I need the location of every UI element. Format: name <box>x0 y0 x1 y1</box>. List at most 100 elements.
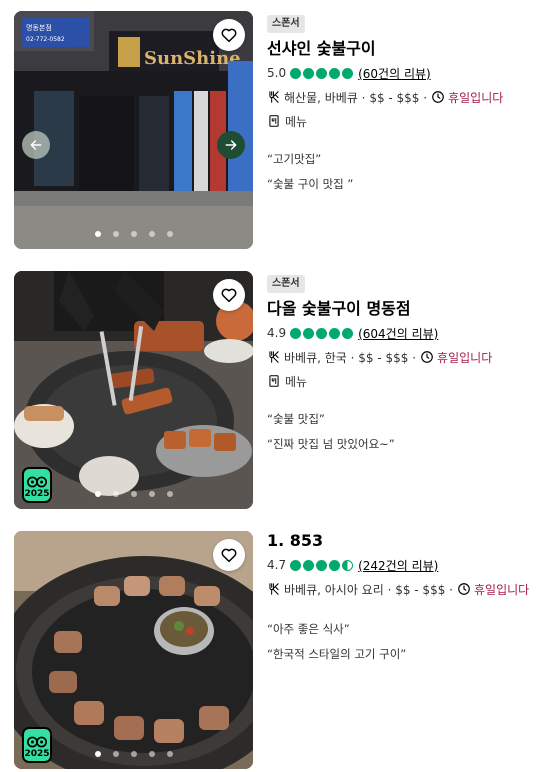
rating-bubbles <box>290 327 354 339</box>
cuisine-price-text: 해산물, 바베큐 · $$ - $$$ · <box>284 90 428 105</box>
menu-link[interactable]: 메뉴 <box>267 373 538 389</box>
open-status-text: 휴일입니다 <box>437 350 493 365</box>
rating-bubble <box>342 327 354 339</box>
pagination-dot[interactable] <box>112 231 119 237</box>
save-favorite-button[interactable] <box>213 19 245 51</box>
rating-bubbles <box>290 559 354 571</box>
next-photo-button[interactable] <box>217 131 245 159</box>
save-favorite-button[interactable] <box>213 279 245 311</box>
rating-score: 4.9 <box>267 326 287 340</box>
restaurant-card[interactable]: SunShine 명동본점 02-772-0582 스폰서 선샤인 숯불구이 5… <box>14 11 538 249</box>
sponsored-badge: 스폰서 <box>267 275 305 293</box>
rating-bubble-half <box>342 559 354 571</box>
review-snippet: “아주 좋은 식사” <box>267 622 350 636</box>
rating-bubble <box>303 559 315 571</box>
storefront-sign-text: SunShine <box>144 48 241 69</box>
arrow-left-icon <box>30 140 42 150</box>
photo-pagination-dots <box>14 231 253 237</box>
photo-pagination-dots <box>14 751 253 757</box>
rating-bubble <box>290 67 302 79</box>
restaurant-card[interactable]: 2025 1. 853 4.7 (242건의 리뷰) 바베큐, 아시아 요리 · <box>14 531 538 769</box>
heart-icon <box>221 288 237 303</box>
restaurant-info: 스폰서 선샤인 숯불구이 5.0 (60건의 리뷰) 해산물, 바베큐 · $$… <box>267 11 538 192</box>
restaurant-photo-carousel[interactable]: 2025 <box>14 531 253 769</box>
save-favorite-button[interactable] <box>213 539 245 571</box>
storefront-phone-text: 02-772-0582 <box>26 36 65 43</box>
restaurant-name-link[interactable]: 선샤인 숯불구이 <box>267 39 538 59</box>
cuisine-price-text: 바베큐, 아시아 요리 · $$ - $$$ · <box>284 582 453 597</box>
pagination-dot[interactable] <box>112 491 119 497</box>
heart-icon <box>221 548 237 563</box>
cuisine-status-row: 해산물, 바베큐 · $$ - $$$ · 휴일입니다 <box>267 89 538 105</box>
previous-photo-button[interactable] <box>22 131 50 159</box>
fork-knife-icon <box>269 351 279 363</box>
pagination-dot[interactable] <box>130 751 137 757</box>
restaurant-info: 1. 853 4.7 (242건의 리뷰) 바베큐, 아시아 요리 · $$ -… <box>267 531 538 662</box>
clock-icon <box>421 351 433 363</box>
review-snippet: “숯불 맛집” <box>267 412 325 426</box>
pagination-dot[interactable] <box>148 751 155 757</box>
restaurant-name-link[interactable]: 다올 숯불구이 명동점 <box>267 299 538 319</box>
pagination-dot[interactable] <box>166 491 173 497</box>
review-snippet: “숯불 구이 맛집 ” <box>267 177 354 191</box>
restaurant-card[interactable]: 2025 스폰서 다올 숯불구이 명동점 4.9 (604건의 리뷰) 바베큐,… <box>14 271 538 509</box>
restaurant-info: 스폰서 다올 숯불구이 명동점 4.9 (604건의 리뷰) 바베큐, 한국 ·… <box>267 271 538 452</box>
pagination-dot[interactable] <box>94 751 101 757</box>
pagination-dot[interactable] <box>148 491 155 497</box>
menu-book-icon <box>269 115 279 127</box>
heart-icon <box>221 28 237 43</box>
review-snippet: “고기맛집” <box>267 152 322 166</box>
open-status-text: 휴일입니다 <box>473 582 530 597</box>
rating-bubble <box>329 327 341 339</box>
cuisine-status-row: 바베큐, 한국 · $$ - $$$ · 휴일입니다 <box>267 349 538 365</box>
rating-bubbles <box>290 67 354 79</box>
review-snippet: “진짜 맛집 넘 맛있어요~” <box>267 437 395 451</box>
owl-logo-icon <box>27 736 47 748</box>
pagination-dot[interactable] <box>94 231 101 237</box>
restaurant-name-link[interactable]: 1. 853 <box>267 531 538 551</box>
pagination-dot[interactable] <box>148 231 155 237</box>
restaurant-photo-carousel[interactable]: SunShine 명동본점 02-772-0582 <box>14 11 253 249</box>
owl-logo-icon <box>27 476 47 488</box>
rating-row: 4.9 (604건의 리뷰) <box>267 325 538 341</box>
rating-bubble <box>316 559 328 571</box>
menu-label: 메뉴 <box>285 374 308 389</box>
rating-row: 4.7 (242건의 리뷰) <box>267 557 538 573</box>
menu-label: 메뉴 <box>285 114 308 129</box>
review-count-link[interactable]: (242건의 리뷰) <box>358 557 438 574</box>
review-snippet: “한국적 스타일의 고기 구이” <box>267 647 407 661</box>
rating-bubble <box>290 327 302 339</box>
menu-book-icon <box>269 375 279 387</box>
pagination-dot[interactable] <box>166 751 173 757</box>
review-count-link[interactable]: (60건의 리뷰) <box>358 65 431 82</box>
pagination-dot[interactable] <box>130 231 137 237</box>
fork-knife-icon <box>269 583 279 595</box>
photo-pagination-dots <box>14 491 253 497</box>
travellers-choice-badge: 2025 <box>22 467 52 503</box>
rating-bubble <box>329 559 341 571</box>
arrow-right-icon <box>225 140 237 150</box>
rating-row: 5.0 (60건의 리뷰) <box>267 65 538 81</box>
sponsored-badge: 스폰서 <box>267 15 305 33</box>
pagination-dot[interactable] <box>94 491 101 497</box>
rating-bubble <box>316 327 328 339</box>
rating-score: 4.7 <box>267 558 287 572</box>
rating-bubble <box>316 67 328 79</box>
open-status-text: 휴일입니다 <box>448 90 504 105</box>
pagination-dot[interactable] <box>130 491 137 497</box>
menu-link[interactable]: 메뉴 <box>267 113 538 129</box>
travellers-choice-badge: 2025 <box>22 727 52 763</box>
pagination-dot[interactable] <box>112 751 119 757</box>
rating-bubble <box>290 559 302 571</box>
review-count-link[interactable]: (604건의 리뷰) <box>358 325 438 342</box>
pagination-dot[interactable] <box>166 231 173 237</box>
storefront-branch-text: 명동본점 <box>26 23 52 32</box>
clock-icon <box>458 583 470 595</box>
cuisine-price-text: 바베큐, 한국 · $$ - $$$ · <box>284 350 417 365</box>
rating-bubble <box>342 67 354 79</box>
restaurant-photo-carousel[interactable]: 2025 <box>14 271 253 509</box>
rating-bubble <box>303 67 315 79</box>
rating-bubble <box>329 67 341 79</box>
cuisine-status-row: 바베큐, 아시아 요리 · $$ - $$$ · 휴일입니다 <box>267 581 538 597</box>
fork-knife-icon <box>269 91 279 103</box>
